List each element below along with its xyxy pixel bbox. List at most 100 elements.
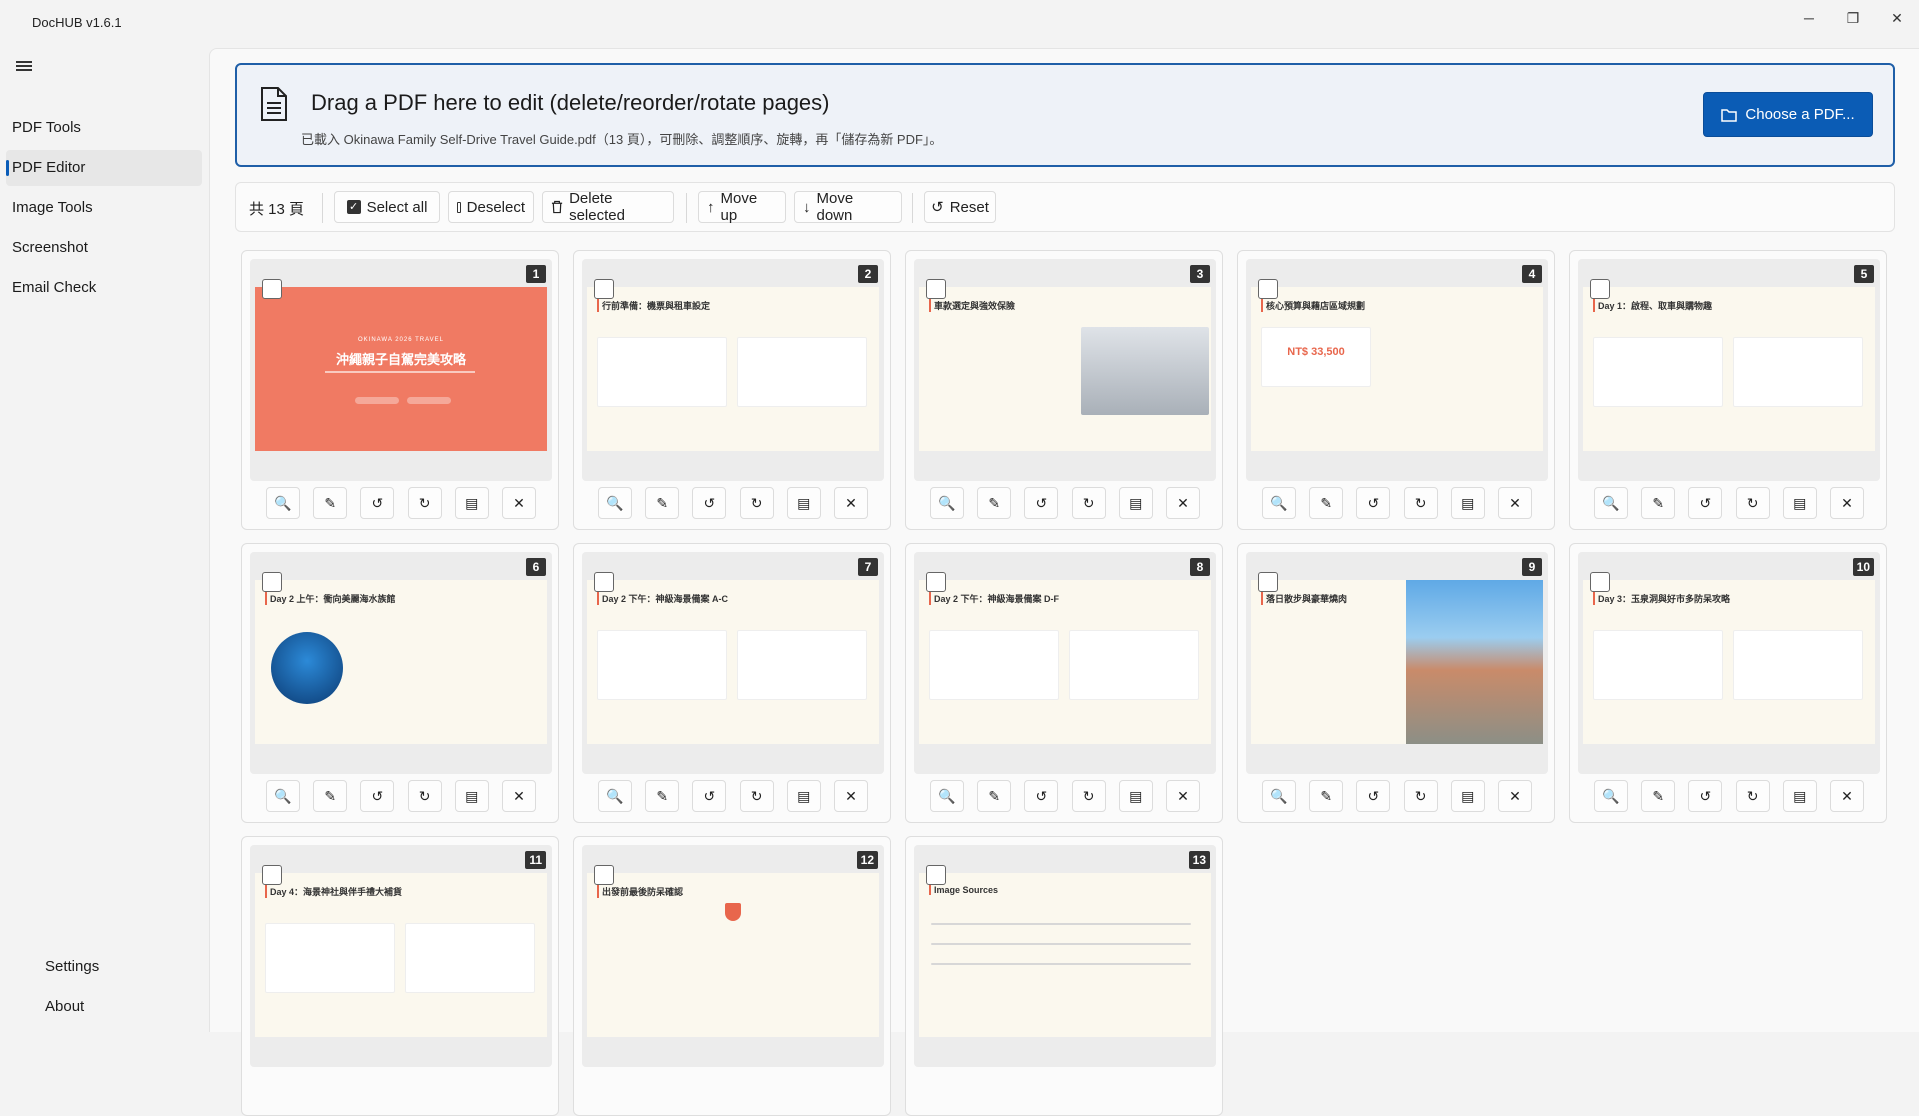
page-card[interactable]: Day 4：海景神社與伴手禮大補貨 11 <box>241 836 559 1116</box>
rotate-right-icon[interactable]: ↻ <box>1735 487 1770 519</box>
sidebar-item-email-check[interactable]: Email Check <box>6 270 202 306</box>
zoom-icon[interactable]: 🔍 <box>1594 487 1628 519</box>
zoom-icon[interactable]: 🔍 <box>930 780 964 812</box>
edit-icon[interactable]: ✎ <box>1641 487 1676 519</box>
page-thumbnail[interactable]: OKINAWA 2026 TRAVEL 沖繩親子自駕完美攻略 1 <box>250 259 552 481</box>
page-card[interactable]: Image Sources 13 <box>905 836 1223 1116</box>
page-select-checkbox[interactable] <box>926 865 946 885</box>
delete-page-icon[interactable]: ✕ <box>1497 487 1532 519</box>
page-card[interactable]: OKINAWA 2026 TRAVEL 沖繩親子自駕完美攻略 1 🔍 ✎ ↺ ↻ ▤ ✕ <box>241 250 559 530</box>
page-select-checkbox[interactable] <box>1258 279 1278 299</box>
page-thumbnail[interactable]: Day 3：玉泉洞與好市多防呆攻略 10 <box>1578 552 1880 774</box>
edit-icon[interactable]: ✎ <box>1309 487 1344 519</box>
rotate-left-icon[interactable]: ↺ <box>360 487 395 519</box>
zoom-icon[interactable]: 🔍 <box>1262 780 1296 812</box>
zoom-icon[interactable]: 🔍 <box>266 780 300 812</box>
sidebar-item-settings[interactable]: Settings <box>45 958 99 975</box>
rotate-right-icon[interactable]: ↻ <box>739 487 774 519</box>
rotate-right-icon[interactable]: ↻ <box>407 487 442 519</box>
rotate-left-icon[interactable]: ↺ <box>1356 780 1391 812</box>
rotate-right-icon[interactable]: ↻ <box>1071 487 1106 519</box>
page-select-checkbox[interactable] <box>1258 572 1278 592</box>
page-select-checkbox[interactable] <box>1590 572 1610 592</box>
rotate-right-icon[interactable]: ↻ <box>1403 780 1438 812</box>
rotate-left-icon[interactable]: ↺ <box>1688 487 1723 519</box>
edit-icon[interactable]: ✎ <box>977 487 1012 519</box>
edit-icon[interactable]: ✎ <box>977 780 1012 812</box>
zoom-icon[interactable]: 🔍 <box>930 487 964 519</box>
rotate-left-icon[interactable]: ↺ <box>1688 780 1723 812</box>
page-thumbnail[interactable]: 核心預算與藉店區域規劃 NT$ 33,500 4 <box>1246 259 1548 481</box>
rotate-left-icon[interactable]: ↺ <box>692 780 727 812</box>
page-card[interactable]: Day 2 上午：衝向美麗海水族館 6 🔍 ✎ ↺ ↻ ▤ ✕ <box>241 543 559 823</box>
close-icon[interactable]: ✕ <box>1877 4 1917 32</box>
delete-page-icon[interactable]: ✕ <box>1165 487 1200 519</box>
edit-icon[interactable]: ✎ <box>1309 780 1344 812</box>
extract-icon[interactable]: ▤ <box>1118 780 1153 812</box>
extract-icon[interactable]: ▤ <box>786 780 821 812</box>
page-card[interactable]: Day 2 下午：神級海景備案 D-F 8 🔍 ✎ ↺ ↻ ▤ ✕ <box>905 543 1223 823</box>
delete-page-icon[interactable]: ✕ <box>1497 780 1532 812</box>
extract-icon[interactable]: ▤ <box>1782 780 1817 812</box>
page-card[interactable]: 核心預算與藉店區域規劃 NT$ 33,500 4 🔍 ✎ ↺ ↻ ▤ ✕ <box>1237 250 1555 530</box>
hamburger-menu-icon[interactable] <box>14 58 34 74</box>
deselect-button[interactable]: Deselect <box>448 191 534 223</box>
extract-icon[interactable]: ▤ <box>1782 487 1817 519</box>
page-thumbnail[interactable]: 落日散步與豪華燒肉 9 <box>1246 552 1548 774</box>
page-thumbnail[interactable]: Day 1：啟程、取車與購物趣 5 <box>1578 259 1880 481</box>
rotate-left-icon[interactable]: ↺ <box>1024 780 1059 812</box>
page-card[interactable]: 落日散步與豪華燒肉 9 🔍 ✎ ↺ ↻ ▤ ✕ <box>1237 543 1555 823</box>
page-thumbnail[interactable]: Image Sources 13 <box>914 845 1216 1067</box>
page-card[interactable]: 行前準備：機票與租車設定 2 🔍 ✎ ↺ ↻ ▤ ✕ <box>573 250 891 530</box>
extract-icon[interactable]: ▤ <box>454 487 489 519</box>
page-select-checkbox[interactable] <box>1590 279 1610 299</box>
move-up-button[interactable]: ↑ Move up <box>698 190 786 224</box>
page-thumbnail[interactable]: 車款選定與強效保險 3 <box>914 259 1216 481</box>
page-thumbnail[interactable]: 行前準備：機票與租車設定 2 <box>582 259 884 481</box>
edit-icon[interactable]: ✎ <box>645 487 680 519</box>
extract-icon[interactable]: ▤ <box>1450 780 1485 812</box>
rotate-right-icon[interactable]: ↻ <box>407 780 442 812</box>
page-card[interactable]: 車款選定與強效保險 3 🔍 ✎ ↺ ↻ ▤ ✕ <box>905 250 1223 530</box>
edit-icon[interactable]: ✎ <box>313 780 348 812</box>
page-select-checkbox[interactable] <box>262 572 282 592</box>
page-thumbnail[interactable]: Day 2 下午：神級海景備案 A-C 7 <box>582 552 884 774</box>
rotate-left-icon[interactable]: ↺ <box>692 487 727 519</box>
choose-pdf-button[interactable]: Choose a PDF... <box>1703 92 1873 137</box>
zoom-icon[interactable]: 🔍 <box>598 780 632 812</box>
sidebar-item-pdf-editor[interactable]: PDF Editor <box>6 150 202 186</box>
minimize-icon[interactable]: ─ <box>1789 4 1829 32</box>
page-select-checkbox[interactable] <box>594 279 614 299</box>
page-select-checkbox[interactable] <box>594 865 614 885</box>
extract-icon[interactable]: ▤ <box>786 487 821 519</box>
sidebar-item-about[interactable]: About <box>45 998 84 1015</box>
delete-page-icon[interactable]: ✕ <box>501 487 536 519</box>
zoom-icon[interactable]: 🔍 <box>266 487 300 519</box>
zoom-icon[interactable]: 🔍 <box>598 487 632 519</box>
page-card[interactable]: 出發前最後防呆確認 12 <box>573 836 891 1116</box>
page-select-checkbox[interactable] <box>262 279 282 299</box>
rotate-right-icon[interactable]: ↻ <box>1403 487 1438 519</box>
delete-page-icon[interactable]: ✕ <box>833 780 868 812</box>
maximize-icon[interactable]: ❐ <box>1833 4 1873 32</box>
rotate-left-icon[interactable]: ↺ <box>1024 487 1059 519</box>
delete-page-icon[interactable]: ✕ <box>833 487 868 519</box>
rotate-left-icon[interactable]: ↺ <box>360 780 395 812</box>
rotate-left-icon[interactable]: ↺ <box>1356 487 1391 519</box>
delete-page-icon[interactable]: ✕ <box>1829 487 1864 519</box>
delete-page-icon[interactable]: ✕ <box>1165 780 1200 812</box>
delete-page-icon[interactable]: ✕ <box>1829 780 1864 812</box>
zoom-icon[interactable]: 🔍 <box>1594 780 1628 812</box>
sidebar-item-image-tools[interactable]: Image Tools <box>6 190 202 226</box>
extract-icon[interactable]: ▤ <box>1450 487 1485 519</box>
sidebar-item-screenshot[interactable]: Screenshot <box>6 230 202 266</box>
delete-page-icon[interactable]: ✕ <box>501 780 536 812</box>
page-thumbnail[interactable]: Day 2 上午：衝向美麗海水族館 6 <box>250 552 552 774</box>
sidebar-item-pdf-tools[interactable]: PDF Tools <box>6 110 202 146</box>
page-thumbnail[interactable]: Day 2 下午：神級海景備案 D-F 8 <box>914 552 1216 774</box>
rotate-right-icon[interactable]: ↻ <box>739 780 774 812</box>
reset-button[interactable]: ↺ Reset <box>924 191 996 223</box>
edit-icon[interactable]: ✎ <box>313 487 348 519</box>
page-card[interactable]: Day 1：啟程、取車與購物趣 5 🔍 ✎ ↺ ↻ ▤ ✕ <box>1569 250 1887 530</box>
page-select-checkbox[interactable] <box>262 865 282 885</box>
